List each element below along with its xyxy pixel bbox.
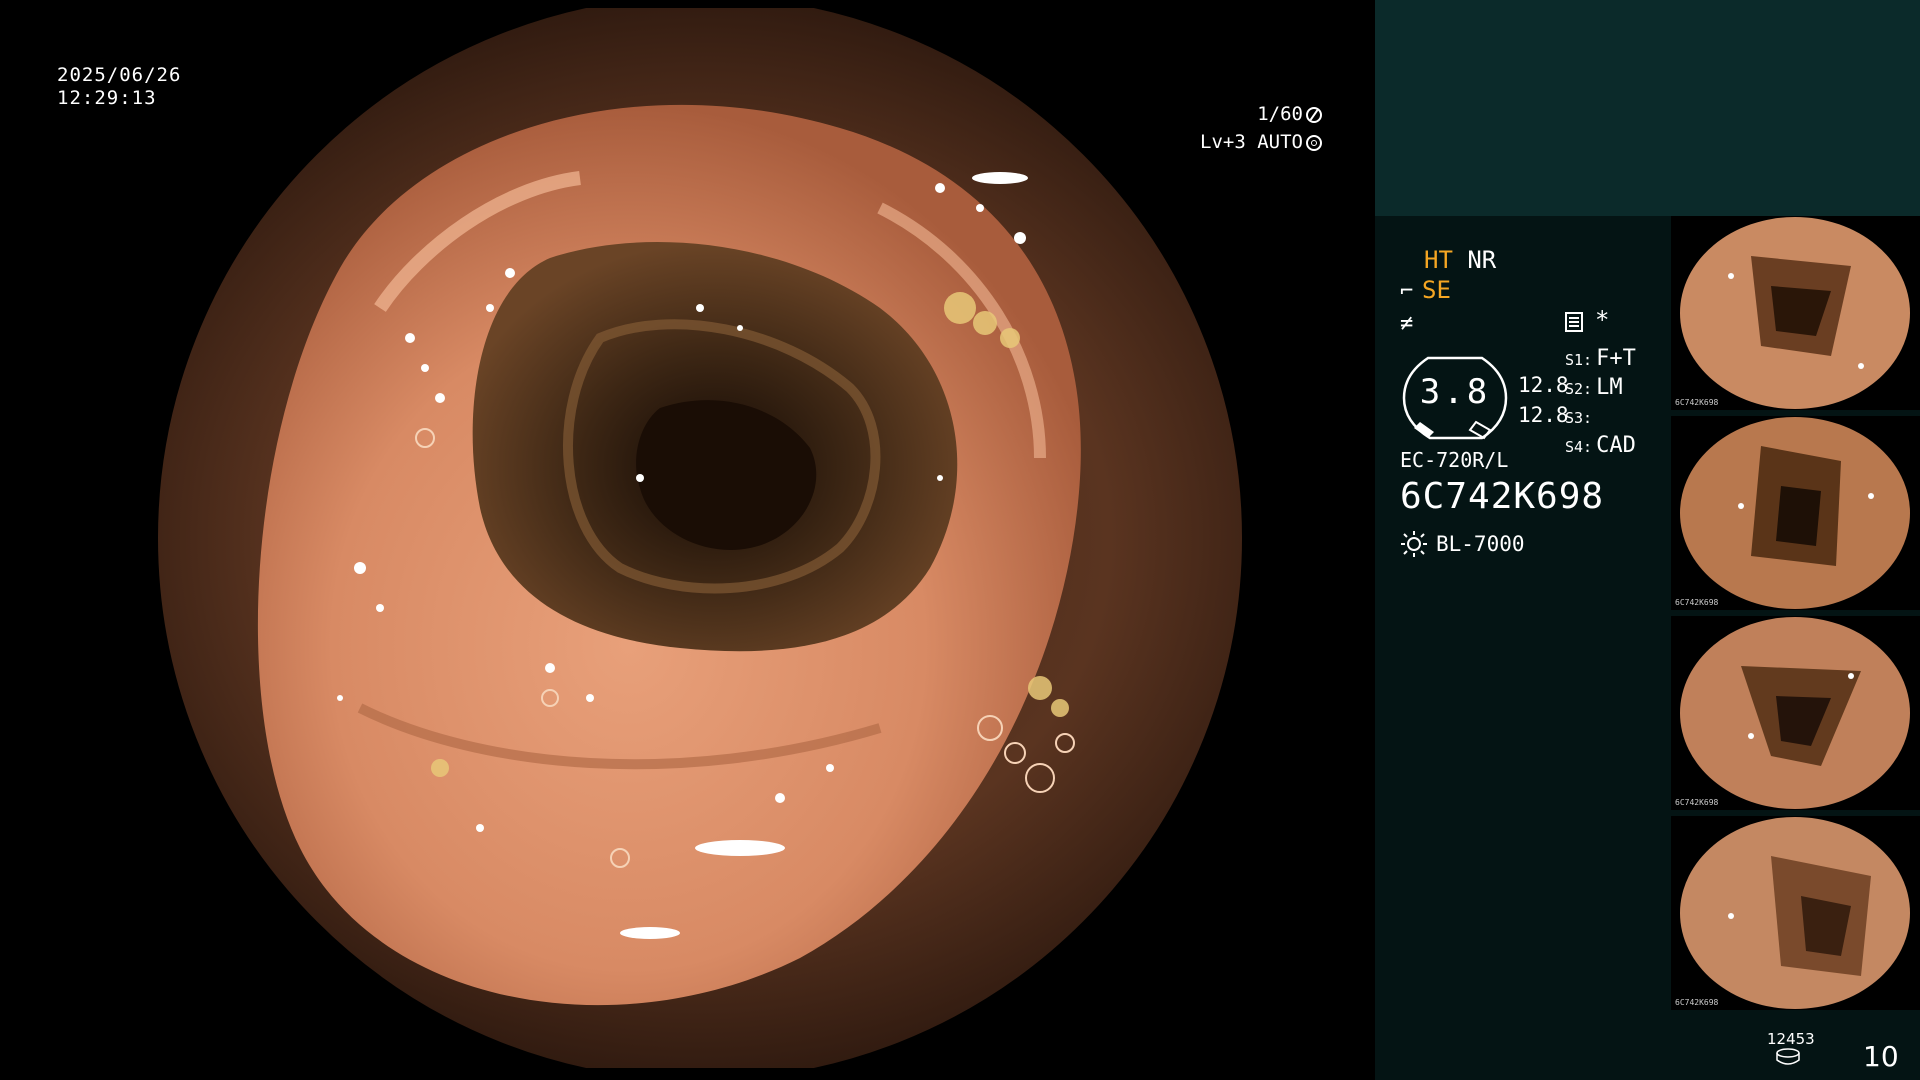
mode-row-color: ≠: [1400, 307, 1670, 339]
thumbnail-caption: 6C742K698: [1675, 998, 1719, 1007]
switch-row: S3:: [1565, 403, 1636, 432]
timestamp: 2025/06/26 12:29:13: [57, 64, 181, 110]
se-mode-label: SE: [1422, 276, 1451, 304]
gauge-value: 3.8: [1419, 372, 1491, 412]
ht-mode-label: HT: [1424, 246, 1453, 274]
mode-row-ht-nr: HT NR: [1400, 245, 1670, 275]
thumbnail-image[interactable]: 6C742K698: [1671, 616, 1920, 810]
capture-counter: 10: [1863, 1040, 1899, 1073]
thumbnail-image[interactable]: 6C742K698: [1671, 816, 1920, 1010]
storage-disk-icon: [1776, 1048, 1800, 1065]
switch-slot-label: S3:: [1565, 409, 1593, 427]
switch-slot-label: S2:: [1565, 380, 1593, 398]
switch-row: S2: LM: [1565, 374, 1636, 403]
shutter-row: 1/60: [1200, 100, 1322, 128]
thumbnail-image[interactable]: 6C742K698: [1671, 416, 1920, 610]
thumbnail-caption: 6C742K698: [1675, 598, 1719, 607]
switch-slot-value: CAD: [1596, 433, 1636, 458]
shutter-icon: [1306, 107, 1322, 123]
status-side-panel: HT NR ⌐ SE ≠ * S1: F+T S2: LM S3: S4: CAD 3.…: [1375, 0, 1920, 1080]
gauge-sub-value: 12.8: [1518, 373, 1569, 397]
scope-switch-assignments: S1: F+T S2: LM S3: S4: CAD: [1565, 345, 1636, 461]
endoscopic-image: [152, 8, 1248, 1068]
thumbnail-image[interactable]: 6C742K698: [1671, 216, 1920, 410]
switch-row: S4: CAD: [1565, 432, 1636, 461]
document-icon: [1565, 312, 1583, 332]
shutter-speed-text: 1/60: [1257, 103, 1303, 125]
gauge-secondary-values: 12.8 12.8: [1518, 370, 1569, 430]
mode-row-se: ⌐ SE: [1400, 275, 1670, 307]
scope-serial: 6C742K698: [1400, 476, 1605, 517]
status-icons-row: *: [1565, 306, 1609, 334]
asterisk-indicator: *: [1595, 306, 1610, 334]
light-source: BL-7000: [1400, 530, 1525, 558]
switch-row: S1: F+T: [1565, 345, 1636, 374]
switch-slot-value: F+T: [1596, 346, 1636, 371]
endoscope-main-view: 2025/06/26 12:29:13 1/60 Lv+3 AUTO: [0, 0, 1375, 1080]
switch-slot-label: S4:: [1565, 438, 1593, 456]
structure-enhance-icon: ⌐: [1400, 279, 1414, 304]
light-source-text: BL-7000: [1436, 532, 1525, 556]
date-text: 2025/06/26: [57, 64, 182, 86]
zoom-gauge: 3.8: [1400, 352, 1510, 442]
captured-thumbnails: 6C742K698 6C742K698 6C742K698 6C742K698: [1671, 216, 1920, 1016]
level-row: Lv+3 AUTO: [1200, 128, 1322, 156]
thumbnail-caption: 6C742K698: [1675, 798, 1719, 807]
nr-mode-label: NR: [1467, 246, 1497, 274]
color-mode-icon: ≠: [1400, 311, 1414, 336]
time-text: 12:29:13: [57, 87, 157, 109]
panel-header-area: [1375, 0, 1920, 216]
processing-modes: HT NR ⌐ SE ≠: [1400, 245, 1670, 339]
switch-slot-label: S1:: [1565, 351, 1593, 369]
scope-model: EC-720R/L: [1400, 448, 1509, 472]
switch-slot-value: LM: [1596, 375, 1623, 400]
light-level-text: Lv+3 AUTO: [1200, 131, 1303, 153]
endoscope-live-image: [80, 8, 1320, 1068]
thumbnail-caption: 6C742K698: [1675, 398, 1719, 407]
auto-iris-icon: [1306, 135, 1322, 151]
sun-icon: [1401, 531, 1427, 557]
image-count: 12453: [1767, 1030, 1815, 1048]
gauge-sub-value: 12.8: [1518, 403, 1569, 427]
exposure-readout: 1/60 Lv+3 AUTO: [1200, 100, 1322, 156]
